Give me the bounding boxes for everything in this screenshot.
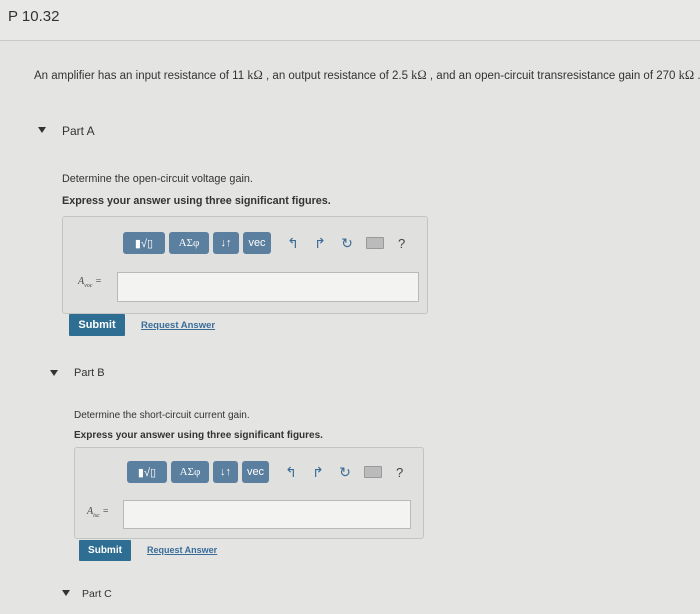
part-c-collapse-icon[interactable] — [62, 590, 70, 596]
part-b-toolbar: ▮√▯ ΑΣφ ↓↑ vec ↰ ↱ ↻ ? — [127, 461, 403, 483]
greek-symbols-button[interactable]: ΑΣφ — [169, 232, 209, 254]
part-a-toolbar: ▮√▯ ΑΣφ ↓↑ vec ↰ ↱ ↻ ? — [123, 232, 405, 254]
header-bar — [0, 0, 700, 40]
part-b-var-equals: = — [102, 506, 110, 517]
part-b-collapse-icon[interactable] — [50, 370, 58, 376]
part-a-label[interactable]: Part A — [62, 124, 95, 138]
help-icon[interactable]: ? — [398, 236, 405, 251]
problem-title: P 10.32 — [8, 8, 60, 25]
templates-button[interactable]: ▮√▯ — [123, 232, 165, 254]
problem-statement: An amplifier has an input resistance of … — [34, 68, 700, 83]
part-a-answer-box: ▮√▯ ΑΣφ ↓↑ vec ↰ ↱ ↻ ? Avoc = — [62, 216, 428, 314]
problem-text-4: . — [694, 70, 700, 82]
help-icon[interactable]: ? — [396, 465, 403, 480]
part-b-instruction: Express your answer using three signific… — [74, 430, 323, 441]
problem-text-1: An amplifier has an input resistance of … — [34, 70, 248, 82]
undo-icon[interactable]: ↰ — [284, 234, 302, 252]
part-c-label[interactable]: Part C — [82, 588, 112, 600]
part-b-answer-input[interactable] — [123, 500, 411, 529]
part-a-request-answer-link[interactable]: Request Answer — [141, 320, 215, 331]
sort-arrows-button[interactable]: ↓↑ — [213, 461, 238, 483]
part-b-answer-box: ▮√▯ ΑΣφ ↓↑ vec ↰ ↱ ↻ ? Aisc = — [74, 447, 424, 539]
undo-icon[interactable]: ↰ — [282, 463, 300, 481]
part-a-question: Determine the open-circuit voltage gain. — [62, 173, 253, 185]
header-divider — [0, 40, 700, 41]
part-a-var-equals: = — [94, 276, 102, 287]
part-b-var-sub: isc — [93, 513, 100, 519]
reset-icon[interactable]: ↻ — [338, 234, 356, 252]
sort-arrows-button[interactable]: ↓↑ — [213, 232, 239, 254]
problem-text-3: , and an open-circuit transresistance ga… — [426, 70, 679, 82]
unit-kohm-1: kΩ — [247, 68, 263, 82]
part-b-submit-button[interactable]: Submit — [79, 540, 131, 561]
part-a-submit-button[interactable]: Submit — [69, 314, 125, 336]
part-a-variable-label: Avoc = — [78, 276, 102, 289]
part-a-answer-input[interactable] — [117, 272, 419, 302]
part-b-label[interactable]: Part B — [74, 367, 105, 379]
part-a-var-sub: voc — [84, 283, 93, 289]
reset-icon[interactable]: ↻ — [336, 463, 354, 481]
part-a-collapse-icon[interactable] — [38, 127, 46, 133]
greek-symbols-button[interactable]: ΑΣφ — [171, 461, 209, 483]
vector-button[interactable]: vec — [242, 461, 269, 483]
vector-button[interactable]: vec — [243, 232, 271, 254]
part-b-question: Determine the short-circuit current gain… — [74, 410, 250, 421]
templates-button[interactable]: ▮√▯ — [127, 461, 167, 483]
unit-kohm-3: kΩ — [678, 68, 695, 82]
part-a-instruction: Express your answer using three signific… — [62, 195, 331, 207]
unit-kohm-2: kΩ — [411, 68, 427, 82]
part-b-request-answer-link[interactable]: Request Answer — [147, 545, 217, 555]
redo-icon[interactable]: ↱ — [309, 463, 327, 481]
problem-text-2: , an output resistance of 2.5 — [262, 70, 412, 82]
redo-icon[interactable]: ↱ — [311, 234, 329, 252]
keyboard-icon[interactable] — [364, 466, 382, 478]
part-b-variable-label: Aisc = — [87, 506, 109, 519]
keyboard-icon[interactable] — [366, 237, 384, 249]
